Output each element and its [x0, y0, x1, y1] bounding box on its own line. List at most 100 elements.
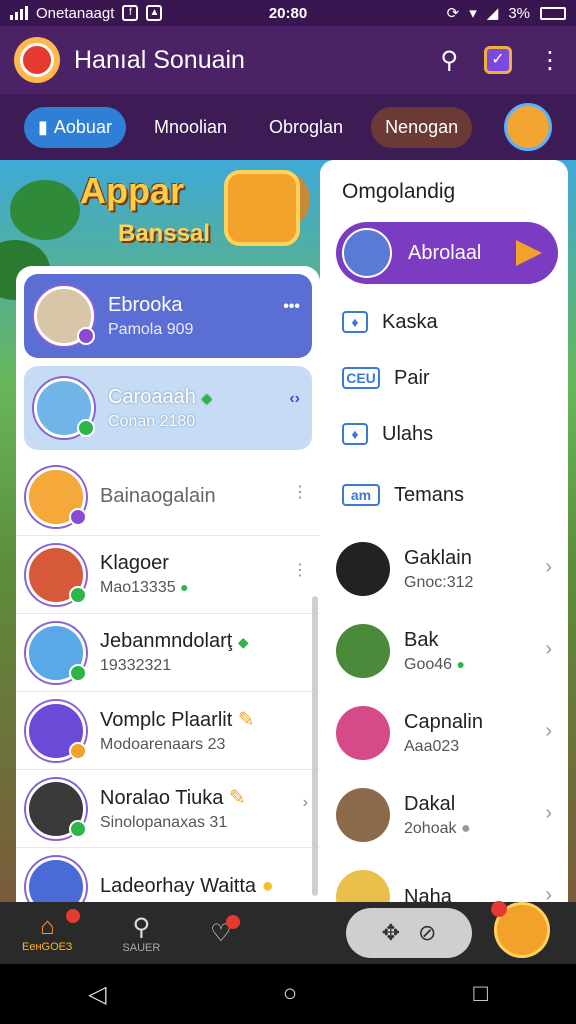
avatar [336, 706, 390, 760]
chevron-right-icon: › [545, 802, 552, 824]
compass-icon: ⊘ [418, 920, 437, 945]
thumb-icon: ♦ [342, 423, 368, 445]
list-item-name: Jebanmndolarţ ◆ [100, 630, 249, 652]
chat-list: Ebrooka Pamola 909 ••• Caroaaah ◆ Conan 21… [16, 266, 320, 902]
home-icon: ⌂ [39, 913, 55, 940]
friend-item[interactable]: Naha › [320, 856, 568, 902]
more-icon[interactable]: ‹› [289, 390, 300, 408]
list-item[interactable]: Noralao Tiuka ✎ Sinolopanaxas 31 › [16, 770, 320, 848]
banner-subtitle: Banssal [118, 220, 211, 247]
list-item[interactable]: Klagoer Mao13335 ● ⋮ [16, 536, 320, 614]
menu-item-kaska[interactable]: ♦ Kaska [320, 294, 568, 350]
list-item-name: Noralao Tiuka ✎ [100, 787, 246, 809]
status-bar: Onetanaagt f ▲ 20:80 ⟳ ▾ ◢ 3% [0, 0, 576, 26]
friend-name: Naha [404, 885, 452, 903]
friend-item[interactable]: Capnalin Aaa023 › [320, 692, 568, 774]
list-item-sub: Mao13335 ● [100, 579, 189, 596]
home-badge [66, 909, 81, 923]
avatar [26, 778, 87, 839]
menu-item-label: Pair [394, 366, 430, 389]
search-icon: ⚲ [132, 913, 151, 941]
selected-item-label: Abrolaal [408, 241, 482, 264]
menu-item-label: Temans [394, 483, 465, 506]
avatar [336, 870, 390, 902]
panel-heading: Omgolandig [342, 180, 456, 203]
nav-search-label: SAUER [122, 941, 161, 954]
menu-item-ulahs[interactable]: ♦ Ulahs [320, 406, 568, 462]
menu-item-label: Ulahs [382, 422, 434, 445]
friend-item[interactable]: Bak Goo46 ● › [320, 610, 568, 692]
system-nav: ◁ ○ □ [0, 964, 576, 1024]
search-icon[interactable]: ⚲ [440, 46, 458, 75]
friend-name: Gaklain [404, 546, 472, 569]
list-item[interactable]: Ebrooka Pamola 909 ••• [24, 274, 312, 358]
nav-home[interactable]: ⌂ ЕенGОЕЗ [22, 909, 81, 953]
avatar [336, 542, 390, 596]
tab-mnoolian[interactable]: Mnoolian [140, 107, 241, 148]
list-item-name: Bainaogalain [100, 485, 216, 507]
list-item[interactable]: Vomplc Plaarlit ✎ Modoarenaars 23 [16, 692, 320, 770]
more-icon[interactable]: › [303, 794, 308, 812]
app-bar: Hanıal Sonuain ⚲ ✓ ⋮ [0, 26, 576, 94]
friend-item[interactable]: Gaklain Gnoc:312 › [320, 528, 568, 610]
list-item[interactable]: Bainaogalain ⋮ [16, 458, 320, 536]
chevron-right-icon: › [545, 556, 552, 578]
friend-sub: Goo46 ● [404, 655, 465, 673]
friend-name: Bak [404, 628, 439, 651]
gamepad-icon: ✥ [381, 920, 400, 945]
avatar [336, 788, 390, 842]
thumb-icon: ▮ [38, 116, 48, 137]
menu-item-temans[interactable]: am Temans [320, 462, 568, 528]
play-icon [516, 240, 542, 266]
app-logo [14, 37, 60, 83]
nav-profile-avatar[interactable] [491, 901, 550, 958]
list-item-name: Ebrooka [108, 293, 183, 316]
friend-item[interactable]: Dakal 2ohoak ● › [320, 774, 568, 856]
menu-item-pair[interactable]: CEU Pair [320, 350, 568, 406]
list-item[interactable]: Jebanmndolarţ ◆ 19332321 [16, 614, 320, 692]
task-check-icon[interactable]: ✓ [484, 46, 512, 74]
overflow-menu-icon[interactable]: ⋮ [538, 46, 562, 75]
tab-aobuar[interactable]: ▮ Aobuar [24, 106, 126, 148]
friend-name: Capnalin [404, 710, 483, 733]
status-time: 20:80 [268, 4, 308, 22]
chat-badge [225, 914, 240, 929]
more-icon[interactable]: ⋮ [292, 482, 308, 502]
avatar [26, 622, 87, 683]
more-icon[interactable]: ⋮ [292, 560, 308, 580]
profile-avatar[interactable] [504, 103, 552, 151]
tam-icon: am [342, 484, 380, 506]
menu-item-label: Kaska [382, 310, 438, 333]
more-icon[interactable]: ••• [283, 298, 300, 316]
profile-badge [491, 901, 507, 917]
tab-nenogan[interactable]: Nenogan [371, 106, 473, 148]
avatar [342, 228, 392, 278]
thumb-icon: ♦ [342, 311, 368, 333]
home-circle-icon[interactable]: ○ [283, 980, 298, 1008]
tab-label: Aobuar [53, 116, 112, 137]
top-tabs: ▮ Aobuar Mnoolian Obroglan Nenogan [0, 94, 576, 160]
back-icon[interactable]: ◁ [88, 980, 106, 1009]
selected-item[interactable]: Abrolaal [336, 222, 558, 284]
list-item[interactable]: Caroaaah ◆ Conan 2180 ‹› [24, 366, 312, 450]
banner-avatar [224, 170, 300, 246]
friend-sub: 2ohoak ● [404, 819, 471, 837]
list-item[interactable]: Ladeorhay Waitta ● [16, 848, 320, 902]
ceu-icon: CEU [342, 367, 380, 389]
recents-icon[interactable]: □ [473, 980, 488, 1008]
nav-chat[interactable]: ♡ [210, 914, 240, 948]
chevron-right-icon: › [545, 720, 552, 742]
game-controller[interactable]: ✥ ⊘ [346, 908, 472, 958]
chevron-right-icon: › [545, 884, 552, 902]
nav-search[interactable]: ⚲ SAUER [122, 913, 160, 954]
list-item-sub: 19332321 [100, 657, 172, 674]
banner-title: Appar [80, 170, 185, 211]
list-scrollbar[interactable] [312, 596, 318, 896]
friend-name: Dakal [404, 792, 456, 815]
avatar [26, 700, 87, 761]
chevron-right-icon: › [545, 638, 552, 660]
tab-obroglan[interactable]: Obroglan [255, 107, 357, 148]
list-item-sub: Modoarenaars 23 [100, 736, 226, 753]
list-item-name: Caroaaah ◆ [108, 385, 213, 408]
avatar [26, 856, 86, 902]
